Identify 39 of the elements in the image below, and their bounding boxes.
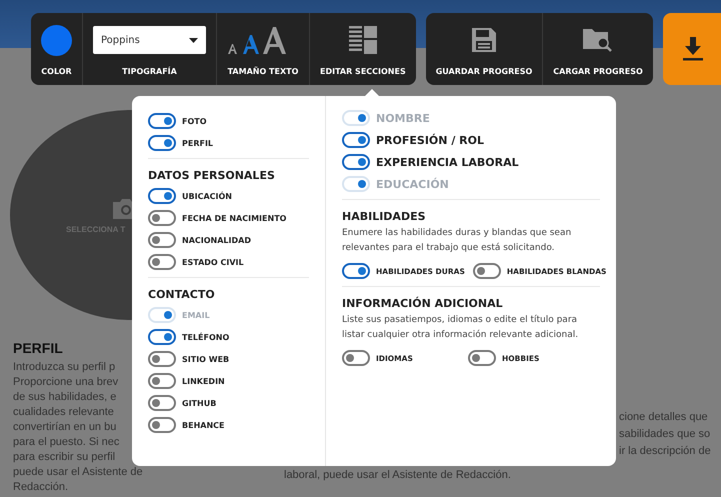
experience-text-line: sabilidades que so bbox=[619, 427, 710, 442]
toolbar-button[interactable]: GUARDAR PROGRESO bbox=[426, 13, 542, 85]
experience-text-line: laboral, puede usar el Asistente de Redacción. bbox=[284, 468, 511, 483]
group-heading: CONTACTO bbox=[148, 288, 216, 301]
toggle-option[interactable]: TELÉFONO bbox=[148, 329, 309, 345]
profile-text-line: para el puesto. Si nec bbox=[13, 435, 120, 450]
profile-text-line: convertirían en un bu bbox=[13, 420, 116, 435]
profile-text-line: para escribir su perfil bbox=[13, 450, 116, 465]
toggle-option[interactable]: GITHUB bbox=[148, 395, 309, 411]
toolbar-button[interactable]: Poppins TIPOGRAFÍA bbox=[82, 13, 216, 85]
download-button[interactable] bbox=[662, 13, 721, 85]
toolbar-button[interactable]: COLOR bbox=[31, 13, 82, 85]
profile-text-line: cualidades relevante bbox=[13, 405, 114, 420]
toggle-option[interactable]: EXPERIENCIA LABORAL bbox=[342, 154, 600, 170]
profile-text-line: Proporcione una brev bbox=[13, 375, 118, 390]
group-heading: INFORMACIÓN ADICIONAL bbox=[342, 297, 504, 310]
toggle-option[interactable]: LINKEDIN bbox=[148, 373, 309, 389]
toggle-option[interactable]: BEHANCE bbox=[148, 417, 309, 433]
experience-text-line: ir la descripción de bbox=[619, 444, 711, 459]
toggle-option[interactable]: SITIO WEB bbox=[148, 351, 309, 367]
layout-icon bbox=[348, 26, 377, 54]
experience-text-line: cione detalles que bbox=[619, 410, 708, 425]
group-description: Enumere las habilidades duras y blandas que sean relevantes para el trabajo que está solicitando. bbox=[342, 227, 572, 255]
toolbar-button[interactable]: TAMAÑO TEXTO bbox=[216, 13, 309, 85]
profile-text-line: puede usar el Asistente de bbox=[13, 465, 143, 480]
group-heading: HABILIDADES bbox=[342, 210, 427, 223]
profile-text-line: Introduzca su perfil p bbox=[13, 360, 116, 375]
folder-search-icon bbox=[583, 27, 614, 53]
toggle-option[interactable]: PROFESIÓN / ROL bbox=[342, 132, 600, 148]
caret-icon bbox=[189, 38, 198, 42]
download-icon bbox=[682, 37, 704, 61]
font-select[interactable]: Poppins bbox=[93, 26, 206, 54]
section-heading: PERFIL bbox=[13, 340, 63, 356]
color-swatch[interactable] bbox=[41, 24, 72, 56]
profile-text-line: Redacción. bbox=[13, 480, 68, 495]
toolbar-button[interactable]: CARGAR PROGRESO bbox=[542, 13, 653, 85]
profile-text-line: de sus habilidades, e bbox=[13, 390, 116, 405]
toolbar-button[interactable]: EDITAR SECCIONES bbox=[309, 13, 416, 85]
group-description: Liste sus pasatiempos, idiomas o edite el título para listar cualquier otra información relevante adicional. bbox=[342, 314, 580, 342]
